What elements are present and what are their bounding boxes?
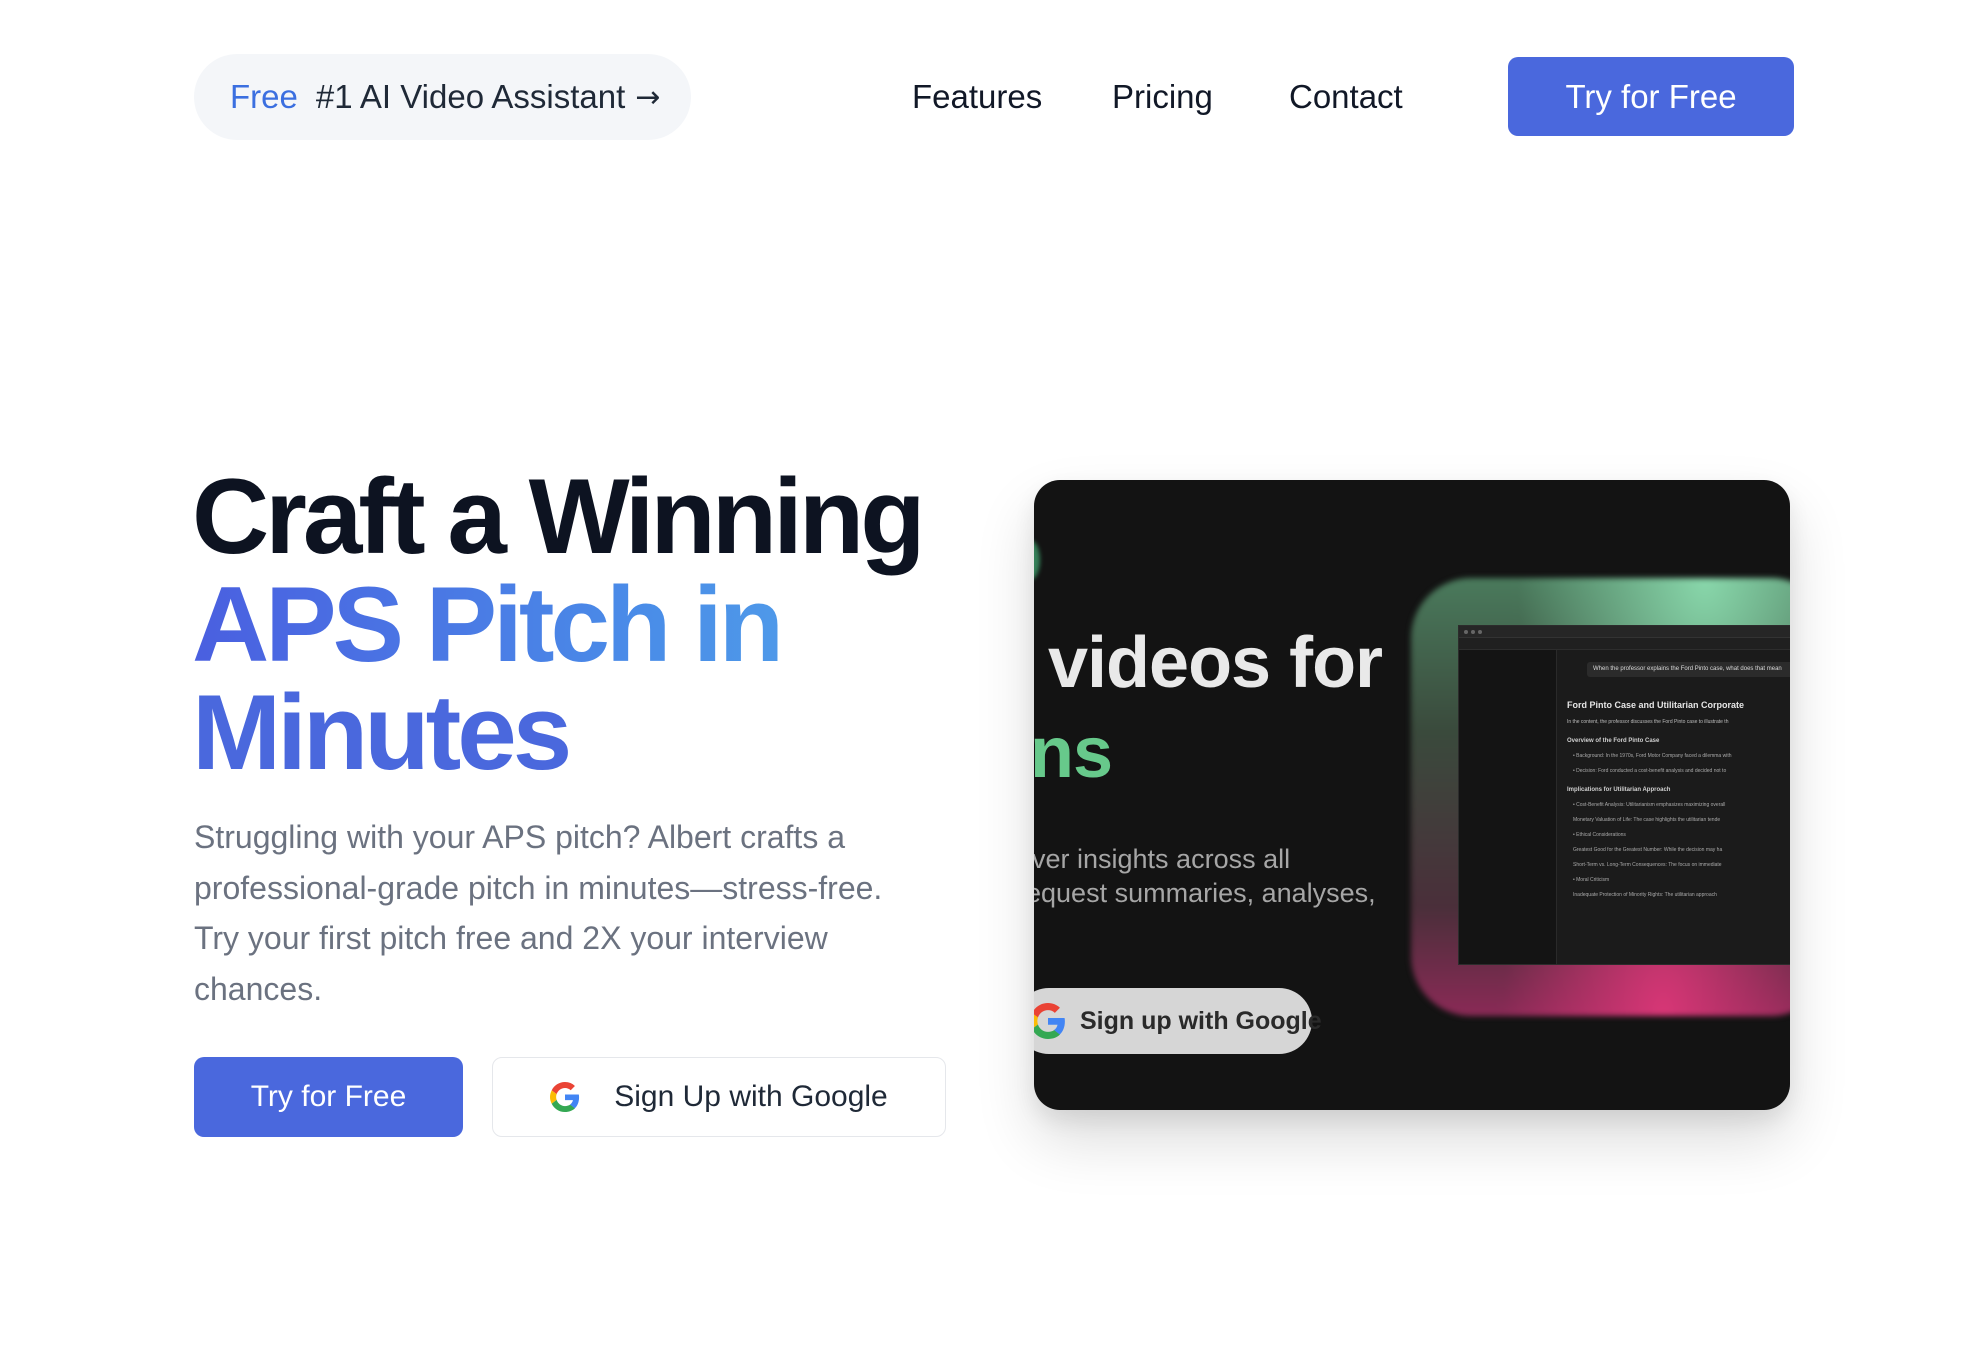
app-section-1: Overview of the Ford Pinto Case: [1567, 738, 1660, 744]
app-question: When the professor explains the Ford Pin…: [1587, 662, 1790, 677]
video-body-line2: equest summaries, analyses,: [1034, 878, 1376, 908]
window-dot-icon: [1471, 629, 1475, 634]
google-icon: [550, 1082, 580, 1112]
app-item: Greatest Good for the Greatest Number: W…: [1573, 847, 1723, 853]
app-item: Short-Term vs. Long-Term Consequences: T…: [1573, 862, 1722, 868]
video-headline-accent: ns: [1034, 713, 1113, 793]
video-headline: videos for: [1048, 623, 1383, 703]
google-signup-label: Sign Up with Google: [614, 1080, 888, 1113]
header-try-free-button[interactable]: Try for Free: [1508, 57, 1794, 136]
hero-title-line1: Craft a Winning: [192, 456, 926, 576]
app-intro: In the content, the professor discusses …: [1567, 719, 1729, 725]
nav-contact[interactable]: Contact: [1289, 78, 1403, 116]
announcement-pill[interactable]: Free #1 AI Video Assistant →: [194, 54, 691, 140]
app-item: • Cost-Benefit Analysis: Utilitarianism …: [1573, 802, 1726, 808]
video-google-pill: Sign up with Google: [1034, 988, 1322, 1054]
app-item: Monetary Valuation of Life: The case hig…: [1573, 817, 1721, 823]
hero-title-line2: APS Pitch in: [192, 570, 952, 678]
announcement-text: #1 AI Video Assistant: [315, 78, 626, 115]
nav-pricing[interactable]: Pricing: [1112, 78, 1213, 116]
video-body-line1: iver insights across all: [1034, 844, 1291, 874]
app-item: • Background: In the 1970s, Ford Motor C…: [1573, 753, 1732, 759]
arrow-right-icon: →: [635, 79, 661, 115]
window-dot-icon: [1464, 629, 1468, 634]
video-app-screenshot: When the professor explains the Ford Pin…: [1458, 625, 1790, 965]
app-section-2: Implications for Utilitarian Approach: [1567, 787, 1671, 793]
hero-title-line3: Minutes: [192, 672, 572, 792]
landing-page: Free #1 AI Video Assistant → Features Pr…: [0, 0, 1980, 1346]
window-dot-icon: [1478, 629, 1482, 634]
video-edge-glow: [1034, 540, 1040, 580]
app-urlbar: [1459, 638, 1790, 650]
hero-subtitle: Struggling with your APS pitch? Albert c…: [194, 819, 883, 1007]
app-item: Inadequate Protection of Minority Rights…: [1573, 892, 1717, 898]
app-titlebar: [1459, 626, 1790, 638]
product-video-preview[interactable]: videos for ns iver insights across all e…: [1034, 480, 1790, 1110]
hero-title: Craft a Winning APS Pitch in Minutes: [192, 462, 952, 786]
google-signup-button[interactable]: Sign Up with Google: [492, 1057, 946, 1137]
hero-try-free-button[interactable]: Try for Free: [194, 1057, 463, 1137]
nav-features[interactable]: Features: [912, 78, 1042, 116]
app-sidebar: [1459, 650, 1557, 964]
video-body-text: iver insights across all equest summarie…: [1034, 842, 1426, 910]
video-pill-label: Sign up with Google: [1080, 1006, 1322, 1035]
app-item: • Moral Criticism: [1573, 877, 1610, 883]
google-icon: [1034, 1003, 1066, 1046]
free-badge: Free: [230, 78, 298, 115]
app-item: • Ethical Considerations: [1573, 832, 1626, 838]
app-content: When the professor explains the Ford Pin…: [1567, 662, 1790, 964]
app-item: • Decision: Ford conducted a cost-benefi…: [1573, 768, 1727, 774]
app-heading: Ford Pinto Case and Utilitarian Corporat…: [1567, 700, 1745, 710]
